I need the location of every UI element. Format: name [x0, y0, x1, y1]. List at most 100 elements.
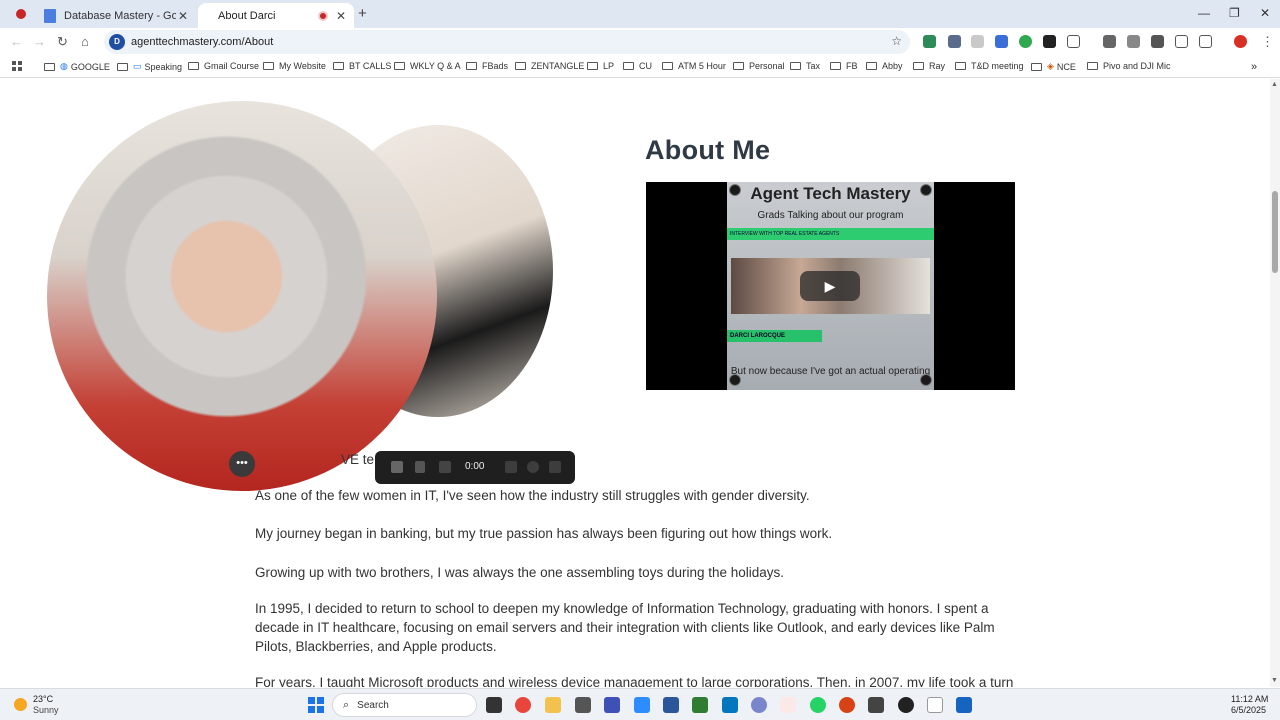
bookmark-personal[interactable]: Personal — [733, 61, 785, 71]
bookmark-fb[interactable]: FB — [830, 61, 858, 71]
scroll-up-icon[interactable]: ▲ — [1271, 81, 1278, 88]
extension-icon[interactable] — [995, 35, 1008, 48]
minimize-button[interactable]: — — [1198, 6, 1210, 20]
word-icon[interactable] — [663, 697, 679, 713]
app-icon[interactable] — [692, 697, 708, 713]
extensions-puzzle-icon[interactable] — [1067, 35, 1080, 48]
bookmark-my-website[interactable]: My Website — [263, 61, 326, 71]
camera-options-button[interactable]: ••• — [229, 451, 255, 477]
home-icon[interactable]: ⌂ — [81, 34, 89, 49]
bookmark-td-meeting[interactable]: T&D meeting — [955, 61, 1024, 71]
search-placeholder: Search — [357, 699, 389, 711]
app-icon[interactable] — [868, 697, 884, 713]
weather-temperature[interactable]: 23°C — [33, 694, 53, 704]
corner-screw-icon — [729, 184, 741, 196]
bookmark-atm-5-hour[interactable]: ATM 5 Hour — [662, 61, 726, 71]
taskbar-search[interactable]: ⌕ Search — [332, 693, 477, 717]
reload-icon[interactable]: ↻ — [57, 34, 68, 50]
apps-grid-icon[interactable] — [12, 61, 22, 71]
app-icon[interactable] — [956, 697, 972, 713]
bookmark-tax[interactable]: Tax — [790, 61, 820, 71]
bookmark-gmail-course[interactable]: Gmail Course — [188, 61, 259, 71]
restart-icon[interactable] — [527, 461, 539, 473]
bookmark-wkly-qa[interactable]: WKLY Q & A — [394, 61, 461, 71]
delete-icon[interactable] — [549, 461, 561, 473]
profile-avatar-icon[interactable] — [1234, 35, 1247, 48]
recording-time: 0:00 — [465, 461, 485, 472]
close-tab-icon[interactable]: ✕ — [334, 9, 348, 23]
folder-icon — [466, 62, 477, 70]
bio-paragraph: My journey began in banking, but my true… — [255, 526, 833, 541]
print-icon[interactable] — [1151, 35, 1164, 48]
video-player[interactable]: Agent Tech Mastery Grads Talking about o… — [646, 182, 1015, 390]
corner-screw-icon — [920, 184, 932, 196]
extension-icon[interactable] — [1043, 35, 1056, 48]
bio-paragraph: Growing up with two brothers, I was alwa… — [255, 565, 785, 580]
app-icon[interactable] — [575, 697, 591, 713]
folder-icon — [587, 62, 598, 70]
tab-about-darci[interactable]: About Darci ✕ — [198, 3, 354, 28]
app-icon[interactable] — [604, 697, 620, 713]
zoom-icon[interactable] — [634, 697, 650, 713]
tab-strip: Database Mastery - Google Do ✕ About Dar… — [0, 0, 1280, 28]
address-bar[interactable]: D agenttechmastery.com/About ☆ — [104, 30, 910, 54]
screenshot-icon[interactable] — [1199, 35, 1212, 48]
bookmark-speaking[interactable]: ▭ Speaking — [117, 61, 182, 72]
whatsapp-icon[interactable] — [810, 697, 826, 713]
back-icon[interactable]: ← — [10, 34, 23, 49]
chrome-icon[interactable] — [515, 697, 531, 713]
task-view-icon[interactable] — [486, 697, 502, 713]
toolbar-icon[interactable] — [1103, 35, 1116, 48]
weather-condition[interactable]: Sunny — [33, 705, 59, 715]
video-band: INTERVIEW WITH TOP REAL ESTATE AGENTS — [727, 228, 934, 240]
extension-icon[interactable] — [1019, 35, 1032, 48]
new-tab-button[interactable]: + — [358, 5, 367, 22]
app-icon[interactable] — [839, 697, 855, 713]
link-icon[interactable] — [1127, 35, 1140, 48]
mute-icon[interactable] — [439, 461, 451, 473]
favorites-icon[interactable] — [1175, 35, 1188, 48]
notepad-icon[interactable] — [927, 697, 943, 713]
pause-icon[interactable] — [415, 461, 425, 473]
play-button[interactable]: ▶ — [800, 271, 860, 301]
bookmark-zentangle[interactable]: ZENTANGLE — [515, 61, 584, 71]
maximize-button[interactable]: ❐ — [1229, 6, 1240, 20]
bookmark-nce[interactable]: ◈ NCE — [1031, 61, 1076, 72]
extension-icon[interactable] — [948, 35, 961, 48]
bookmark-bt-calls[interactable]: BT CALLS — [333, 61, 391, 71]
clock-time[interactable]: 11:12 AM — [1231, 694, 1268, 704]
bookmark-lp[interactable]: LP — [587, 61, 614, 71]
close-tab-icon[interactable]: ✕ — [176, 9, 190, 23]
file-explorer-icon[interactable] — [545, 697, 561, 713]
clock-date[interactable]: 6/5/2025 — [1231, 705, 1266, 715]
folder-icon — [394, 62, 405, 70]
sun-icon[interactable] — [14, 698, 27, 711]
bookmark-star-icon[interactable]: ☆ — [891, 34, 902, 48]
settings-icon[interactable] — [751, 697, 767, 713]
bookmark-pivo-dji-mic[interactable]: Pivo and DJI Mic — [1087, 61, 1171, 71]
app-icon[interactable] — [780, 697, 796, 713]
bookmark-ray[interactable]: Ray — [913, 61, 945, 71]
bookmark-abby[interactable]: Abby — [866, 61, 903, 71]
page-title: About Me — [645, 135, 771, 165]
extension-icon[interactable] — [971, 35, 984, 48]
app-icon[interactable] — [722, 697, 738, 713]
close-window-button[interactable]: ✕ — [1260, 6, 1270, 20]
page-scrollbar[interactable]: ▲ ▼ — [1270, 79, 1280, 687]
bookmark-google[interactable]: ◍ GOOGLE — [44, 61, 110, 72]
menu-kebab-icon[interactable]: ⋮ — [1261, 34, 1274, 50]
bookmark-cu[interactable]: CU — [623, 61, 652, 71]
extension-icon[interactable] — [923, 35, 936, 48]
tab-database-mastery[interactable]: Database Mastery - Google Do ✕ — [36, 3, 196, 28]
url-text[interactable]: agenttechmastery.com/About — [131, 36, 273, 48]
grid-icon[interactable] — [505, 461, 517, 473]
folder-icon — [955, 62, 966, 70]
stop-icon[interactable] — [391, 461, 403, 473]
forward-icon[interactable]: → — [33, 34, 46, 49]
windows-start-icon[interactable] — [308, 697, 324, 713]
bookmark-fbads[interactable]: FBads — [466, 61, 508, 71]
scroll-down-icon[interactable]: ▼ — [1271, 677, 1278, 684]
scroll-thumb[interactable] — [1272, 191, 1278, 273]
app-icon[interactable] — [898, 697, 914, 713]
more-bookmarks-icon[interactable]: » — [1251, 61, 1257, 73]
